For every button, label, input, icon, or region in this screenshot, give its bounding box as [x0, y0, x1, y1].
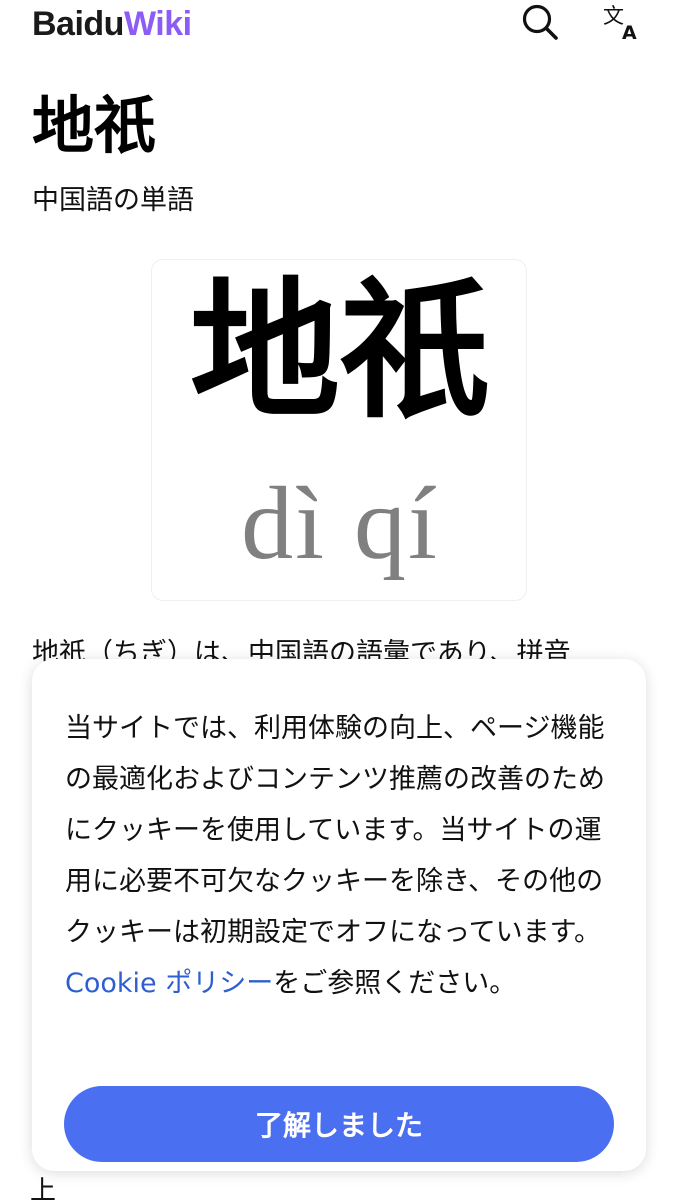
image-hanzi: 地祇 [189, 263, 490, 439]
translate-icon: 文 A [603, 4, 637, 43]
article-text-fragment: 上 [30, 1176, 57, 1200]
search-button[interactable] [518, 0, 562, 44]
baiduwiki-logo[interactable]: BaiduWiki [32, 2, 192, 46]
cookie-message: 当サイトでは、利用体験の向上、ページ機能の最適化およびコンテンツ推薦の改善のため… [65, 703, 615, 1009]
cookie-banner: 当サイトでは、利用体験の向上、ページ機能の最適化およびコンテンツ推薦の改善のため… [32, 659, 646, 1171]
accept-cookies-button[interactable]: 了解しました [64, 1086, 614, 1162]
logo-text-baidu: Baidu [32, 5, 124, 43]
cookie-message-after: をご参照ください。 [273, 968, 517, 999]
cookie-policy-link[interactable]: Cookie ポリシー [65, 968, 273, 999]
svg-text:文: 文 [603, 4, 624, 28]
svg-text:A: A [622, 22, 637, 43]
cookie-message-text: 当サイトでは、利用体験の向上、ページ機能の最適化およびコンテンツ推薦の改善のため… [65, 713, 605, 948]
translate-button[interactable]: 文 A [601, 0, 645, 44]
page-subtitle: 中国語の単語 [32, 185, 194, 216]
image-pinyin: dì qí [241, 466, 439, 581]
page-title: 地祇 [32, 89, 157, 162]
article-image[interactable]: 地祇 dì qí [151, 259, 527, 601]
site-header: BaiduWiki 文 A [0, 0, 678, 48]
search-icon [522, 4, 558, 40]
logo-text-wiki: Wiki [123, 5, 192, 43]
